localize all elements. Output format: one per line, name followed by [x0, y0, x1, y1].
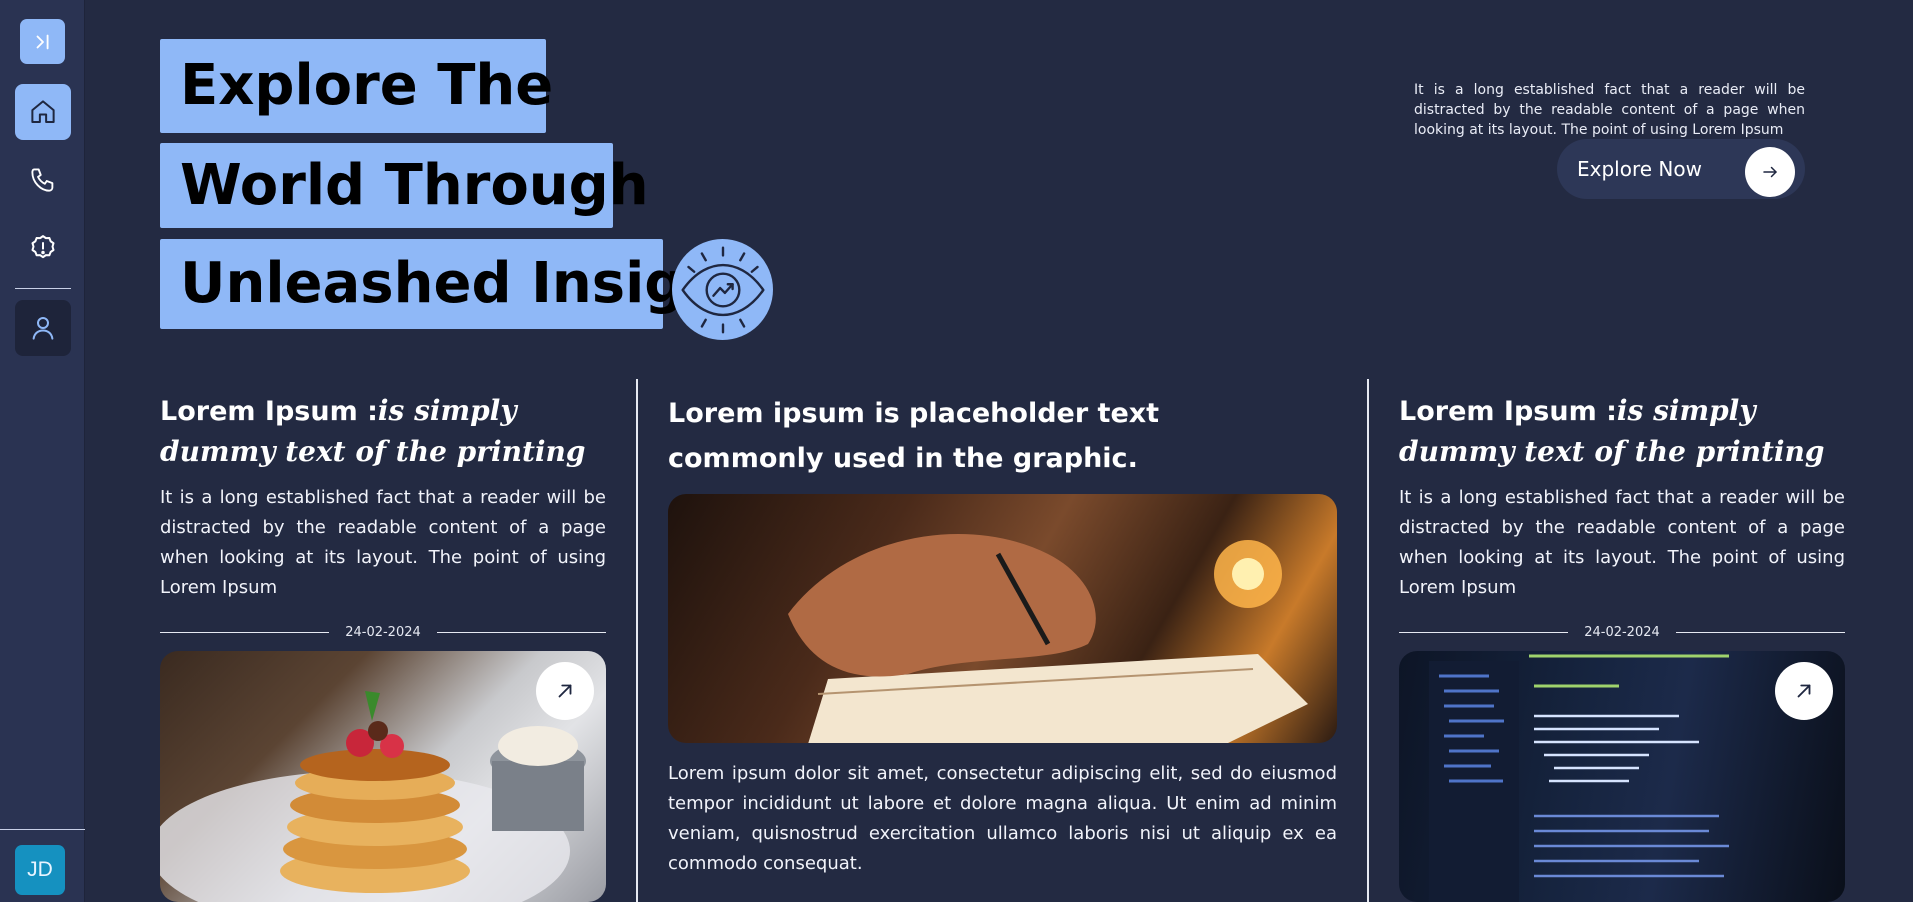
- card-date-row: 24-02-2024: [1399, 622, 1845, 642]
- home-icon: [31, 100, 55, 123]
- arrow-up-right-icon: [558, 684, 572, 698]
- date-line: [1675, 631, 1845, 633]
- date-line: [436, 631, 606, 633]
- card-text: It is a long established fact that a rea…: [160, 487, 606, 598]
- sidebar-item-info[interactable]: [15, 220, 71, 276]
- hero-description: It is a long established fact that a rea…: [1414, 82, 1805, 138]
- card-title-bold: Lorem Ipsum :: [160, 396, 378, 427]
- sidebar-toggle-button[interactable]: [20, 19, 65, 64]
- sidebar: JD: [0, 0, 85, 902]
- card-open-button[interactable]: [536, 662, 594, 720]
- card-title-bold: Lorem Ipsum :: [1399, 396, 1617, 427]
- card-date-row: 24-02-2024: [160, 622, 606, 642]
- arrow-right-icon: [1745, 147, 1795, 197]
- card-date: 24-02-2024: [1584, 624, 1660, 640]
- hero-title-line-3: Unleashed Insight: [160, 239, 751, 329]
- phone-icon: [31, 168, 54, 192]
- explore-now-label: Explore Now: [1577, 157, 1702, 181]
- card-title: Lorem Ipsum :is simply dummy text of the…: [1399, 391, 1859, 473]
- sidebar-item-phone[interactable]: [15, 152, 71, 208]
- card-title: Lorem Ipsum :is simply dummy text of the…: [160, 391, 610, 473]
- writing-hand-image: [668, 494, 1337, 743]
- sidebar-bottom-divider: [0, 829, 85, 830]
- sidebar-item-profile[interactable]: [15, 300, 71, 356]
- card-open-button[interactable]: [1775, 662, 1833, 720]
- explore-now-button[interactable]: Explore Now: [1557, 139, 1805, 199]
- avatar[interactable]: JD: [15, 845, 65, 895]
- sidebar-divider: [15, 288, 71, 289]
- hero-title-line-1: Explore The: [160, 39, 553, 133]
- info-icon: [31, 235, 55, 259]
- arrow-up-right-icon: [1797, 684, 1811, 698]
- collapse-right-icon: [36, 34, 48, 49]
- eye-trend-icon: [672, 239, 773, 340]
- date-line: [1399, 631, 1569, 633]
- date-line: [160, 631, 330, 633]
- user-icon: [32, 317, 54, 340]
- card-text: Lorem ipsum dolor sit amet, consectetur …: [668, 763, 1337, 874]
- hero-title-line-2: World Through: [160, 143, 649, 228]
- sidebar-item-home[interactable]: [15, 84, 71, 140]
- column-divider: [636, 379, 638, 902]
- card-date: 24-02-2024: [345, 624, 421, 640]
- column-divider: [1367, 379, 1369, 902]
- card-title: Lorem ipsum is placeholder text commonly…: [668, 398, 1160, 474]
- card-text: It is a long established fact that a rea…: [1399, 487, 1845, 598]
